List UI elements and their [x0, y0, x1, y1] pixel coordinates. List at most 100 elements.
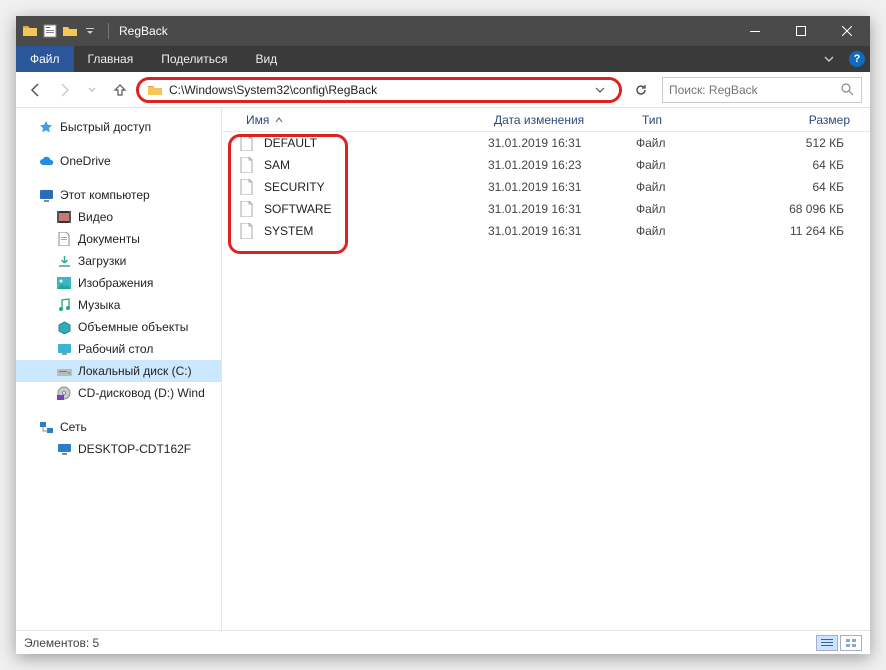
monitor-icon — [38, 187, 54, 203]
properties-icon[interactable] — [42, 23, 58, 39]
sidebar-item-label: Быстрый доступ — [60, 120, 151, 134]
column-size[interactable]: Размер — [746, 113, 856, 127]
navbar — [16, 72, 870, 108]
file-name: SAM — [264, 158, 290, 172]
sidebar-desktop[interactable]: Рабочий стол — [16, 338, 221, 360]
star-icon — [38, 119, 54, 135]
file-size: 11 264 КБ — [746, 224, 856, 238]
file-row[interactable]: DEFAULT31.01.2019 16:31Файл512 КБ — [222, 132, 870, 154]
file-size: 64 КБ — [746, 180, 856, 194]
sidebar-item-label: Изображения — [78, 276, 153, 290]
sidebar-videos[interactable]: Видео — [16, 206, 221, 228]
sidebar-pictures[interactable]: Изображения — [16, 272, 221, 294]
sidebar-item-label: DESKTOP-CDT162F — [78, 442, 191, 456]
menu-share[interactable]: Поделиться — [147, 46, 241, 72]
search-input[interactable] — [669, 83, 841, 97]
sidebar-onedrive[interactable]: OneDrive — [16, 150, 221, 172]
document-icon — [56, 231, 72, 247]
file-row[interactable]: SOFTWARE 31.01.2019 16:31Файл68 096 КБ — [222, 198, 870, 220]
status-item-count: Элементов: 5 — [24, 636, 99, 650]
file-icon — [240, 135, 256, 151]
nav-recent-dropdown[interactable] — [80, 78, 104, 102]
sidebar-3d-objects[interactable]: Объемные объекты — [16, 316, 221, 338]
sidebar-this-pc[interactable]: Этот компьютер — [16, 184, 221, 206]
sidebar-item-label: Локальный диск (C:) — [78, 364, 192, 378]
sidebar-local-disk-c[interactable]: Локальный диск (C:) — [16, 360, 221, 382]
nav-up-button[interactable] — [108, 78, 132, 102]
address-bar[interactable] — [136, 77, 622, 103]
menu-view[interactable]: Вид — [241, 46, 291, 72]
sidebar-item-label: CD-дисковод (D:) Wind — [78, 386, 205, 400]
qat-dropdown-icon[interactable] — [82, 23, 98, 39]
folder-icon — [22, 23, 38, 39]
explorer-window: RegBack Файл Главная Поделиться Вид ? — [16, 16, 870, 654]
view-details-button[interactable] — [816, 635, 838, 651]
minimize-button[interactable] — [732, 16, 778, 46]
file-icon — [240, 179, 256, 195]
cube-icon — [56, 319, 72, 335]
disc-icon — [56, 385, 72, 401]
sidebar-cd-drive[interactable]: CD-дисковод (D:) Wind — [16, 382, 221, 404]
column-type[interactable]: Тип — [636, 113, 746, 127]
file-size: 68 096 КБ — [746, 202, 856, 216]
file-date: 31.01.2019 16:23 — [488, 158, 636, 172]
download-icon — [56, 253, 72, 269]
file-icon — [240, 201, 256, 217]
desktop-icon — [56, 341, 72, 357]
file-row[interactable]: SAM31.01.2019 16:23Файл64 КБ — [222, 154, 870, 176]
nav-back-button[interactable] — [24, 78, 48, 102]
search-box[interactable] — [662, 77, 862, 103]
music-icon — [56, 297, 72, 313]
monitor-icon — [56, 441, 72, 457]
new-folder-icon[interactable] — [62, 23, 78, 39]
sidebar-downloads[interactable]: Загрузки — [16, 250, 221, 272]
sidebar-music[interactable]: Музыка — [16, 294, 221, 316]
file-name: SECURITY — [264, 180, 325, 194]
nav-forward-button[interactable] — [52, 78, 76, 102]
sidebar-item-label: Музыка — [78, 298, 120, 312]
ribbon-tabs: Файл Главная Поделиться Вид ? — [16, 46, 870, 72]
sidebar-item-label: Сеть — [60, 420, 87, 434]
sidebar-quick-access[interactable]: Быстрый доступ — [16, 116, 221, 138]
file-icon — [240, 157, 256, 173]
menu-home[interactable]: Главная — [74, 46, 148, 72]
file-type: Файл — [636, 224, 746, 238]
sidebar-item-label: Этот компьютер — [60, 188, 150, 202]
column-date[interactable]: Дата изменения — [488, 113, 636, 127]
file-row[interactable]: SECURITY31.01.2019 16:31Файл64 КБ — [222, 176, 870, 198]
sidebar-documents[interactable]: Документы — [16, 228, 221, 250]
maximize-button[interactable] — [778, 16, 824, 46]
file-date: 31.01.2019 16:31 — [488, 224, 636, 238]
column-headers[interactable]: Имя Дата изменения Тип Размер — [222, 108, 870, 132]
file-row[interactable]: SYSTEM 31.01.2019 16:31Файл11 264 КБ — [222, 220, 870, 242]
file-size: 64 КБ — [746, 158, 856, 172]
file-name: SYSTEM — [264, 224, 313, 238]
window-title: RegBack — [119, 24, 168, 38]
sidebar-item-label: Загрузки — [78, 254, 126, 268]
file-name: SOFTWARE — [264, 202, 332, 216]
view-large-icons-button[interactable] — [840, 635, 862, 651]
refresh-button[interactable] — [628, 77, 654, 103]
address-dropdown-icon[interactable] — [589, 85, 611, 95]
address-input[interactable] — [169, 83, 589, 97]
file-type: Файл — [636, 202, 746, 216]
search-icon — [841, 83, 855, 97]
column-name[interactable]: Имя — [240, 113, 488, 127]
sidebar-network[interactable]: Сеть — [16, 416, 221, 438]
file-date: 31.01.2019 16:31 — [488, 136, 636, 150]
help-button[interactable]: ? — [844, 46, 870, 72]
file-icon — [240, 223, 256, 239]
status-bar: Элементов: 5 — [16, 630, 870, 654]
file-type: Файл — [636, 180, 746, 194]
sidebar-network-pc[interactable]: DESKTOP-CDT162F — [16, 438, 221, 460]
drive-icon — [56, 363, 72, 379]
file-date: 31.01.2019 16:31 — [488, 202, 636, 216]
titlebar-separator — [108, 23, 109, 39]
ribbon-expand-icon[interactable] — [814, 46, 844, 72]
close-button[interactable] — [824, 16, 870, 46]
address-folder-icon — [147, 82, 163, 98]
navigation-pane[interactable]: Быстрый доступ OneDrive Этот компьютер В… — [16, 108, 222, 630]
menu-file[interactable]: Файл — [16, 46, 74, 72]
titlebar[interactable]: RegBack — [16, 16, 870, 46]
cloud-icon — [38, 153, 54, 169]
